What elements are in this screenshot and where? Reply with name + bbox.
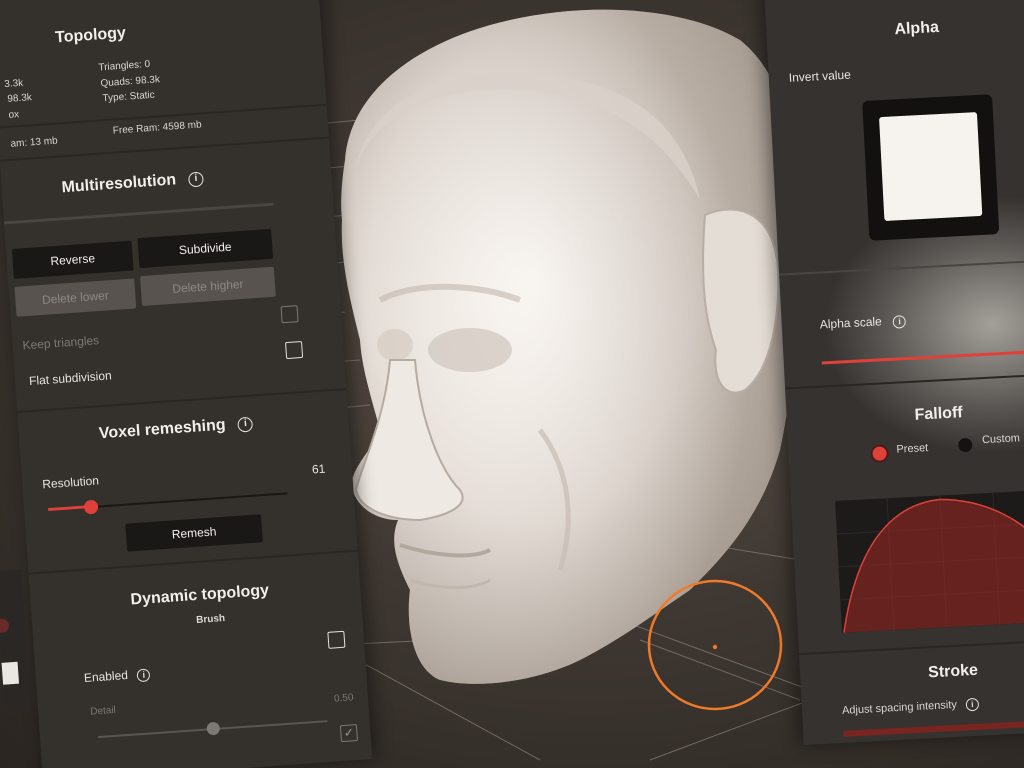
dynamic-topology-title: Dynamic topology	[130, 581, 270, 609]
used-ram: am: 13 mb	[10, 135, 59, 150]
remesh-button[interactable]: Remesh	[125, 514, 263, 552]
detail-label: Detail	[89, 704, 117, 718]
custom-label: Custom	[981, 432, 1021, 447]
enabled-row: Enabled i	[83, 666, 151, 686]
info-icon[interactable]: i	[965, 697, 980, 712]
alpha-title: Alpha	[894, 18, 940, 39]
multires-level-track[interactable]	[3, 202, 274, 225]
multiresolution-title: Multiresolution	[61, 171, 177, 197]
topology-section: Topology 3.3k 98.3k ox Triangles: 0 Quad…	[0, 0, 328, 150]
alpha-section: Alpha Invert value	[764, 0, 1024, 286]
resolution-value: 61	[311, 461, 326, 477]
divider	[785, 371, 1024, 390]
spacing-label: Adjust spacing intensity	[841, 698, 958, 717]
brush-cursor-icon	[647, 579, 783, 711]
resolution-label: Resolution	[41, 473, 100, 492]
reverse-button[interactable]: Reverse	[11, 240, 134, 279]
delete-higher-button[interactable]: Delete higher	[140, 266, 276, 307]
info-icon[interactable]: i	[136, 668, 151, 683]
multiresolution-header: Multiresolution i	[61, 169, 205, 197]
voxel-remeshing-header: Voxel remeshing i	[98, 415, 254, 444]
triangles-count: Triangles: 0	[98, 58, 151, 74]
faces-count: 98.3k	[7, 92, 33, 105]
falloff-title: Falloff	[914, 404, 964, 424]
alpha-scale-slider[interactable]	[821, 347, 1024, 365]
quads-count: Quads: 98.3k	[100, 74, 161, 90]
mesh-type: Type: Static	[102, 89, 156, 105]
alpha-scale-row: Alpha scale i	[819, 313, 907, 333]
voxel-remeshing-title: Voxel remeshing	[98, 416, 227, 443]
alpha-preview-image	[879, 112, 983, 222]
info-icon[interactable]: i	[188, 171, 205, 188]
brush-sublabel: Brush	[195, 612, 226, 626]
alpha-scale-label: Alpha scale	[819, 314, 883, 332]
dynamic-topology-section: Dynamic topology Brush Enabled i Detail …	[29, 552, 373, 768]
detail-slider[interactable]	[98, 720, 328, 739]
keep-triangles-checkbox[interactable]	[280, 305, 299, 324]
divider	[798, 637, 1024, 656]
flat-subdivision-label: Flat subdivision	[28, 368, 113, 389]
falloff-curve-editor[interactable]	[835, 489, 1024, 633]
color-swatch[interactable]	[1, 661, 20, 685]
falloff-curve	[836, 492, 1024, 633]
resolution-slider[interactable]	[48, 492, 288, 515]
multiresolution-section: Multiresolution i Reverse Subdivide Dele…	[0, 139, 346, 409]
enabled-checkbox[interactable]	[327, 630, 346, 649]
voxel-remeshing-section: Voxel remeshing i Resolution 61 Remesh	[17, 390, 357, 563]
preset-radio[interactable]	[872, 446, 887, 461]
flat-subdivision-checkbox[interactable]	[285, 340, 304, 360]
subdivide-button[interactable]: Subdivide	[137, 228, 274, 269]
info-icon[interactable]: i	[892, 315, 907, 329]
enabled-label: Enabled	[83, 667, 129, 685]
resolution-slider-thumb[interactable]	[83, 499, 99, 515]
topology-title: Topology	[54, 24, 127, 47]
invert-value-label: Invert value	[788, 67, 852, 85]
left-panel: Topology 3.3k 98.3k ox Triangles: 0 Quad…	[0, 0, 373, 768]
spacing-row: Adjust spacing intensity i	[841, 697, 980, 718]
vertices-count: 3.3k	[3, 77, 24, 91]
custom-radio[interactable]	[957, 437, 973, 453]
alpha-preview[interactable]	[862, 94, 1000, 241]
free-ram: Free Ram: 4598 mb	[112, 119, 202, 137]
delete-lower-button[interactable]: Delete lower	[14, 278, 137, 317]
checkbox-icon[interactable]: ✓	[339, 724, 359, 743]
right-panel: Alpha Invert value Alpha scale i Falloff…	[764, 0, 1024, 745]
keep-triangles-label: Keep triangles	[22, 333, 100, 353]
info-icon[interactable]: i	[237, 416, 254, 433]
stroke-title: Stroke	[927, 661, 979, 682]
panel-bottom-accent	[843, 717, 1024, 737]
detail-slider-thumb[interactable]	[206, 721, 221, 736]
bbox-label: ox	[8, 109, 20, 121]
preset-label: Preset	[896, 442, 929, 456]
color-dot[interactable]	[0, 618, 10, 633]
detail-value: 0.50	[333, 692, 354, 705]
divider	[779, 257, 1024, 276]
